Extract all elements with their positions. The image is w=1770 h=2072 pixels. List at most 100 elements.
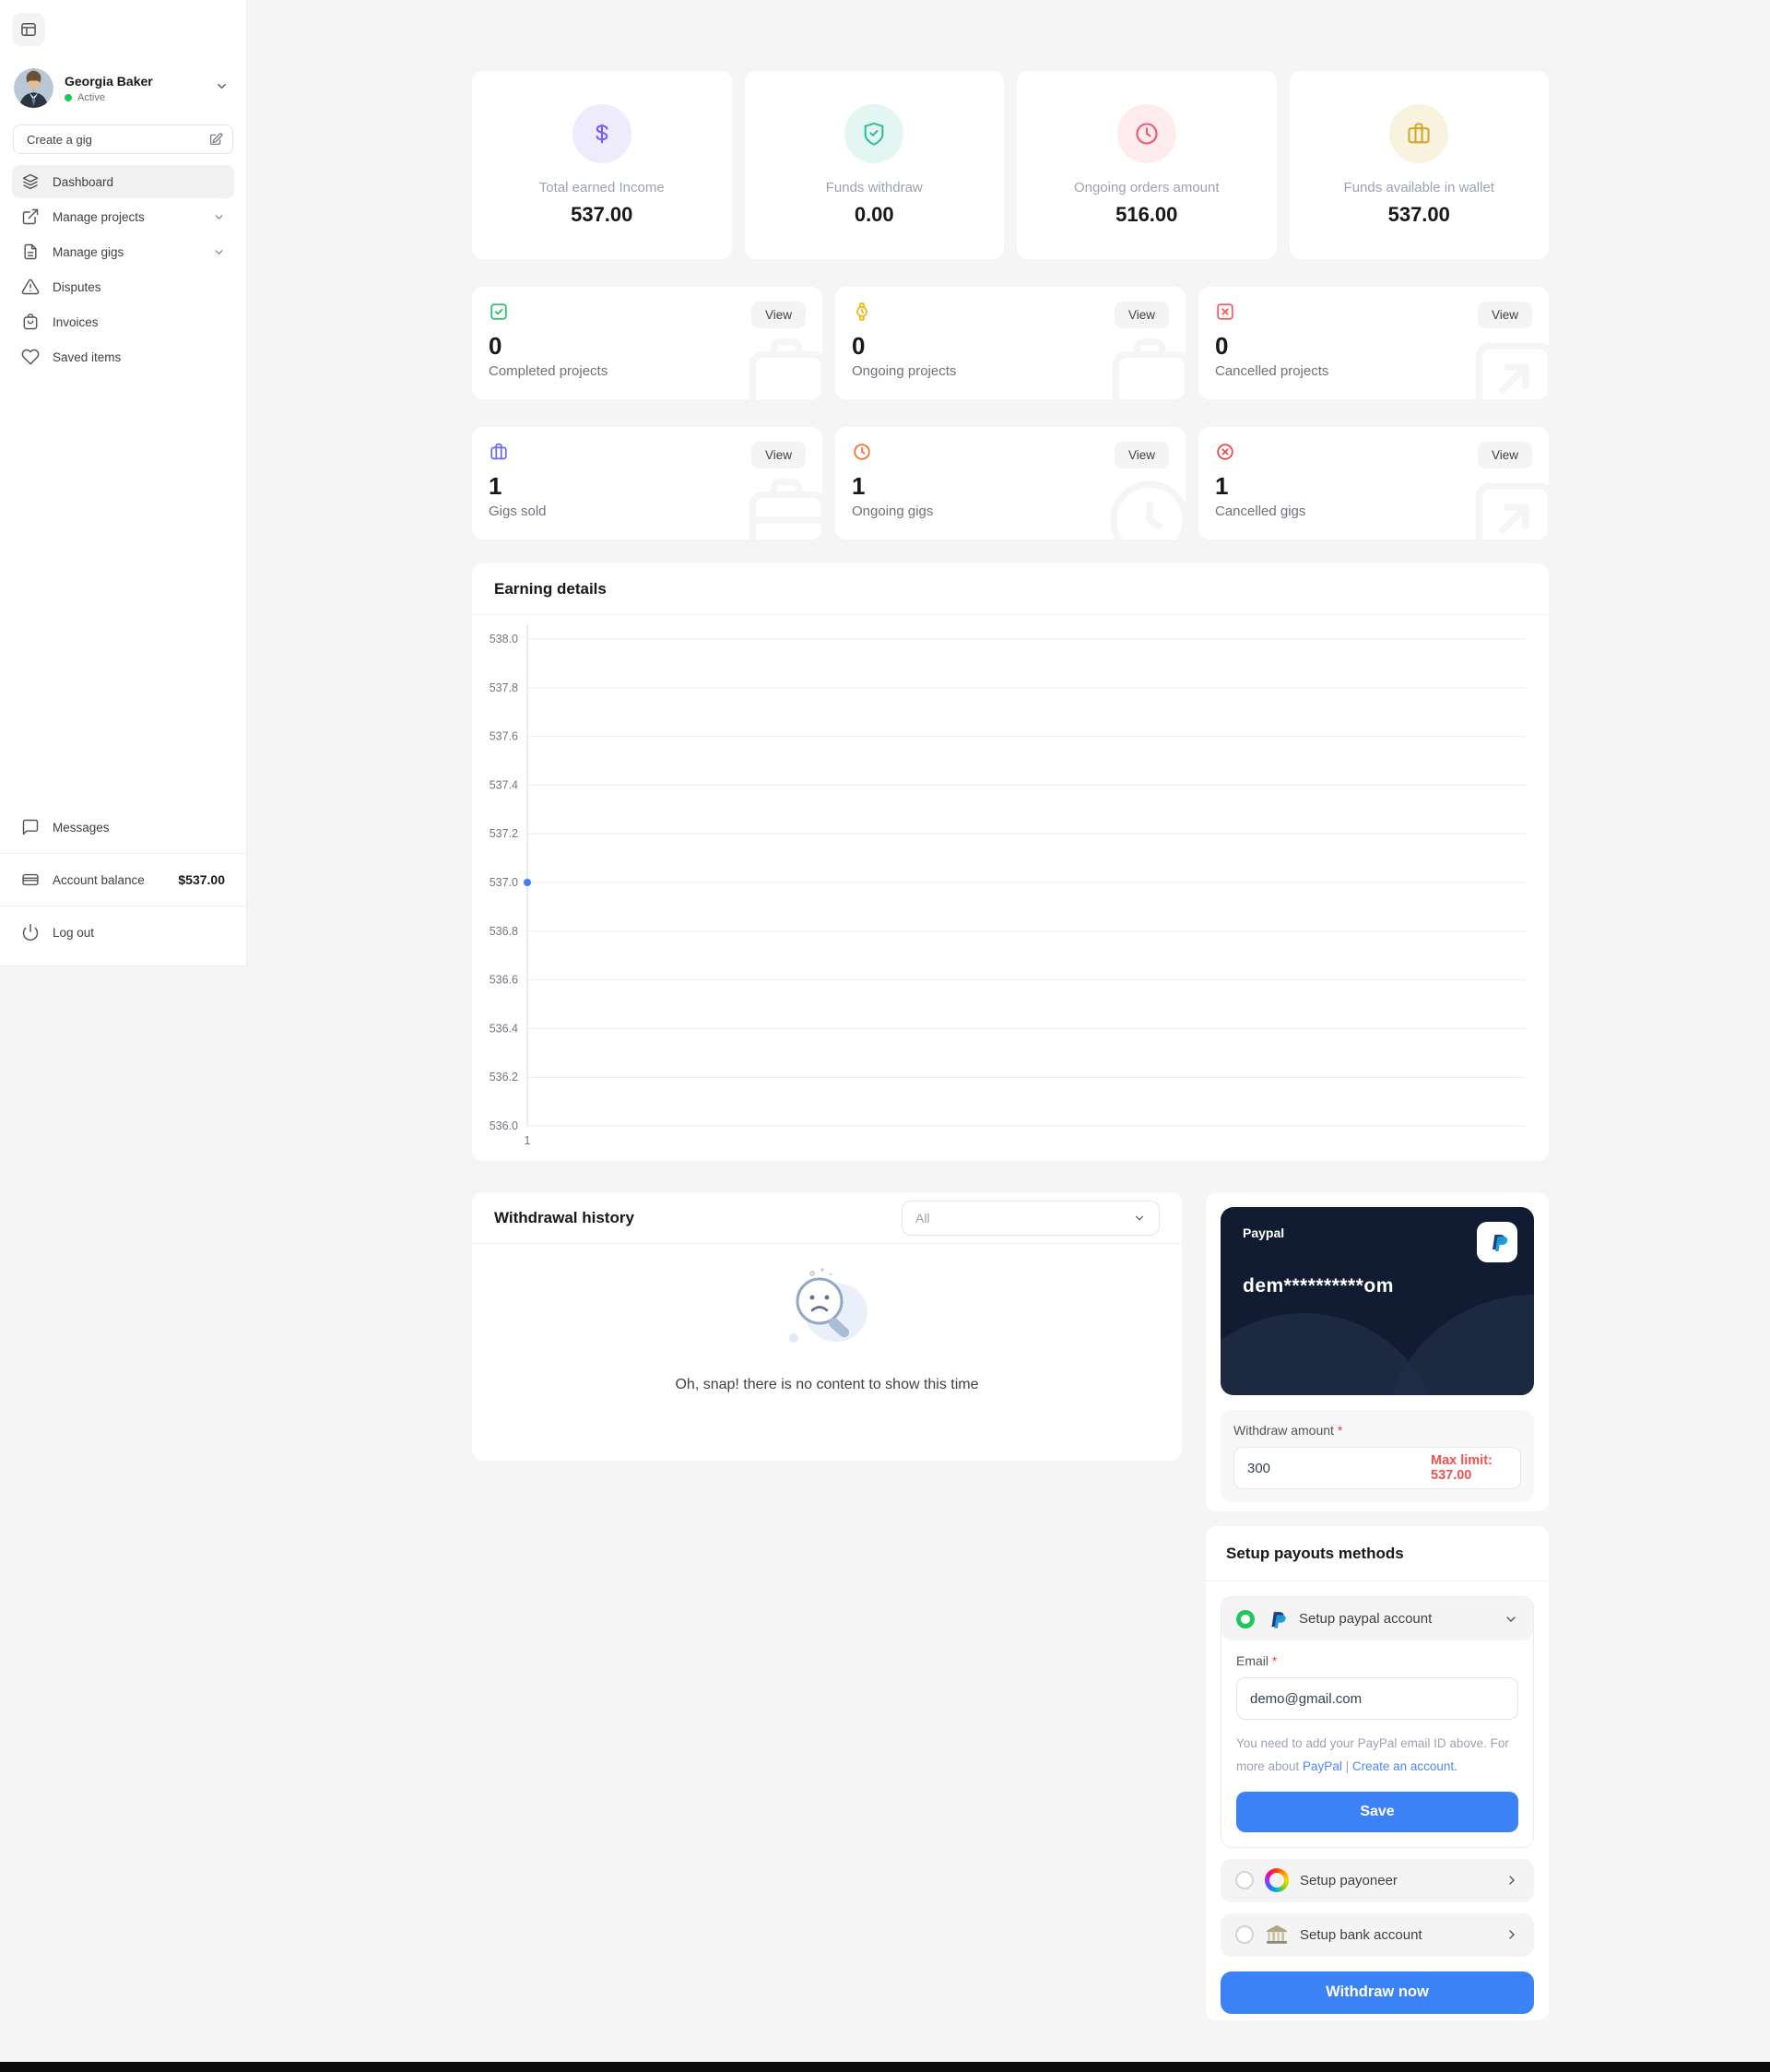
paypal-email-input[interactable] [1236, 1677, 1518, 1720]
square-check-icon [489, 302, 509, 322]
sidebar-nav: Dashboard Manage projects Manage gigs Di… [12, 165, 234, 373]
card-label: Ongoing gigs [852, 503, 934, 519]
view-button[interactable]: View [1477, 442, 1532, 468]
earning-chart: 538.0 537.8 537.6 537.4 537.2 537.0 536.8 536.6… [490, 624, 1526, 1147]
sidebar: Georgia Baker Active Create a gig Dashbo… [0, 0, 247, 966]
main-content: Total earned Income 537.00 Funds withdra… [472, 71, 1549, 2020]
stat-card-funds-withdraw: Funds withdraw 0.00 [744, 71, 1004, 259]
view-button[interactable]: View [1477, 302, 1532, 328]
dollar-icon [572, 103, 631, 163]
card-label: Cancelled gigs [1215, 503, 1306, 519]
chevron-right-icon [1504, 1873, 1519, 1888]
svg-text:536.8: 536.8 [490, 925, 518, 938]
paypal-radio[interactable] [1236, 1609, 1255, 1628]
withdraw-amount-input[interactable] [1247, 1460, 1431, 1476]
chevron-right-icon [1504, 1927, 1519, 1942]
chevron-down-icon [215, 79, 229, 93]
gigs-cards-row: View 1 Gigs sold View 1 Ongoing gigs Vie [472, 427, 1549, 539]
sidebar-item-invoices[interactable]: Invoices [12, 305, 234, 338]
svg-text:536.2: 536.2 [490, 1071, 518, 1083]
sidebar-item-account-balance[interactable]: Account balance $537.00 [12, 863, 234, 896]
max-limit-text: Max limit: 537.00 [1431, 1453, 1493, 1483]
paypal-card-brand: Paypal [1243, 1225, 1285, 1240]
chevron-down-icon [213, 211, 225, 223]
save-button[interactable]: Save [1236, 1791, 1518, 1832]
withdraw-now-button[interactable]: Withdraw now [1221, 1971, 1534, 2014]
setup-payoneer-label: Setup payoneer [1300, 1872, 1398, 1888]
card-gigs-sold: View 1 Gigs sold [472, 427, 822, 539]
sidebar-item-label: Dashboard [53, 174, 114, 189]
shield-check-icon [844, 103, 904, 163]
paypal-masked-email: dem**********om [1243, 1275, 1394, 1296]
chevron-down-icon [1133, 1212, 1146, 1225]
sidebar-item-manage-gigs[interactable]: Manage gigs [12, 235, 234, 268]
card-value: 0 [489, 332, 502, 360]
payoneer-radio[interactable] [1235, 1871, 1254, 1890]
stat-label: Total earned Income [538, 179, 665, 195]
paypal-logo-icon [1477, 1222, 1517, 1262]
sidebar-item-label: Messages [53, 820, 110, 835]
external-link-icon [21, 207, 40, 226]
card-value: 0 [1215, 332, 1229, 360]
bank-icon [1267, 1925, 1287, 1945]
svg-text:537.8: 537.8 [490, 681, 518, 694]
card-value: 0 [852, 332, 866, 360]
setup-bank-label: Setup bank account [1300, 1926, 1422, 1943]
view-button[interactable]: View [750, 442, 806, 468]
sidebar-item-manage-projects[interactable]: Manage projects [12, 200, 234, 233]
payoneer-logo-icon [1265, 1868, 1289, 1893]
heart-icon [21, 348, 40, 366]
paypal-balance-card: Paypal dem**********om [1221, 1207, 1534, 1395]
bag-icon [21, 313, 40, 331]
stat-card-wallet-funds: Funds available in wallet 537.00 [1289, 71, 1549, 259]
alert-triangle-icon [21, 278, 40, 296]
paypal-logo-icon [1271, 1611, 1286, 1628]
card-completed-projects: View 0 Completed projects [472, 287, 822, 399]
projects-cards-row: View 0 Completed projects View 0 Ongoing… [472, 287, 1549, 399]
profile-menu[interactable]: Georgia Baker Active [14, 68, 232, 108]
withdrawal-filter-value: All [915, 1210, 930, 1225]
setup-paypal-row[interactable]: Setup paypal account [1221, 1597, 1533, 1640]
sidebar-item-label: Disputes [53, 279, 101, 294]
setup-bank-row[interactable]: Setup bank account [1221, 1912, 1534, 1957]
sidebar-item-dashboard[interactable]: Dashboard [12, 165, 234, 198]
sidebar-item-saved-items[interactable]: Saved items [12, 340, 234, 373]
profile-text: Georgia Baker Active [65, 74, 153, 103]
svg-text:537.4: 537.4 [490, 778, 518, 791]
svg-text:538.0: 538.0 [490, 633, 518, 645]
stat-card-ongoing-orders: Ongoing orders amount 516.00 [1017, 71, 1277, 259]
chevron-down-icon [1504, 1612, 1518, 1627]
paypal-link[interactable]: PayPal [1303, 1759, 1342, 1773]
email-label: Email * [1236, 1653, 1278, 1668]
sidebar-item-disputes[interactable]: Disputes [12, 270, 234, 303]
clock-icon [852, 442, 872, 462]
view-button[interactable]: View [1114, 302, 1169, 328]
stat-value: 537.00 [571, 202, 633, 226]
card-cancelled-gigs: View 1 Cancelled gigs [1198, 427, 1549, 539]
create-account-link[interactable]: Create an account. [1352, 1759, 1457, 1773]
create-gig-button[interactable]: Create a gig [13, 124, 233, 154]
sidebar-item-label: Manage projects [53, 209, 145, 224]
sidebar-item-logout[interactable]: Log out [12, 916, 234, 949]
status-dot [65, 93, 72, 101]
chat-bubble-icon [21, 818, 40, 836]
withdrawal-filter-select[interactable]: All [902, 1200, 1160, 1236]
stat-card-total-earned: Total earned Income 537.00 [472, 71, 732, 259]
stat-label: Funds available in wallet [1343, 179, 1494, 195]
stat-value: 0.00 [854, 202, 894, 226]
view-button[interactable]: View [750, 302, 806, 328]
withdraw-card: Paypal dem**********om Withdraw amount * [1206, 1192, 1549, 1511]
sidebar-item-messages[interactable]: Messages [12, 811, 234, 844]
setup-payoneer-row[interactable]: Setup payoneer [1221, 1858, 1534, 1902]
view-button[interactable]: View [1114, 442, 1169, 468]
stat-label: Ongoing orders amount [1073, 179, 1220, 195]
power-icon [21, 923, 40, 941]
square-x-icon [1215, 302, 1235, 322]
card-value: 1 [852, 472, 866, 500]
bank-radio[interactable] [1235, 1925, 1254, 1945]
card-label: Gigs sold [489, 503, 547, 519]
card-cancelled-projects: View 0 Cancelled projects [1198, 287, 1549, 399]
briefcase-icon [1389, 103, 1449, 163]
withdraw-amount-section: Withdraw amount * Max limit: 537.00 [1221, 1410, 1534, 1502]
sidebar-toggle-button[interactable] [12, 13, 45, 46]
